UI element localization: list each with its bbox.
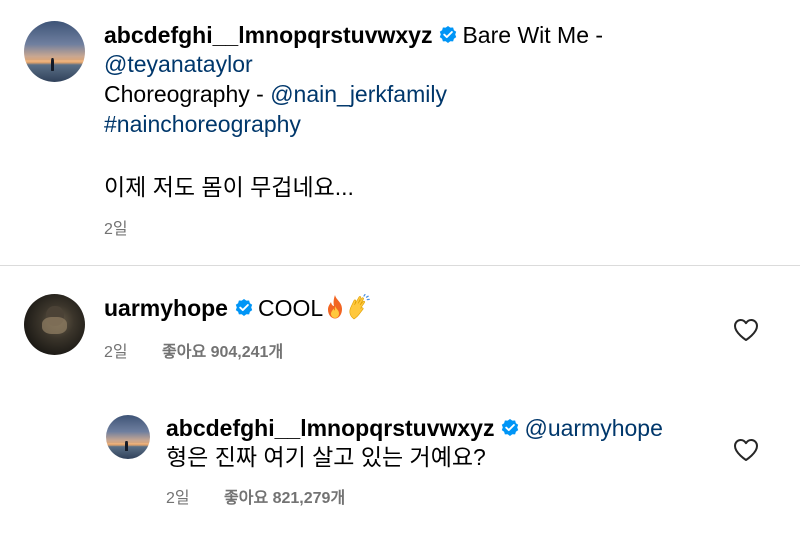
avatar-figure (125, 441, 128, 452)
reply-time[interactable]: 2일 (166, 484, 190, 508)
comment-time[interactable]: 2일 (104, 338, 128, 362)
clapping-hands-emoji-icon (349, 294, 370, 320)
caption-text: 이제 저도 몸이 무겁네요... (104, 174, 354, 200)
caption-line-2: @teyanataylor (104, 49, 253, 79)
post-author-avatar[interactable] (24, 21, 85, 82)
avatar-horizon (24, 60, 85, 62)
artist-mention-link[interactable]: @teyanataylor (104, 51, 253, 77)
reply-author-username[interactable]: abcdefghi__lmnopqrstuvwxyz (166, 415, 494, 441)
reply-author-avatar[interactable] (106, 415, 150, 459)
avatar-figure (50, 57, 54, 71)
caption-line-1: abcdefghi__lmnopqrstuvwxyz Bare Wit Me - (104, 20, 603, 50)
caption-song: Bare Wit Me - (462, 22, 604, 48)
caption-line-3: Choreography - @nain_jerkfamily (104, 79, 447, 109)
comments-panel: abcdefghi__lmnopqrstuvwxyz Bare Wit Me - … (0, 0, 800, 539)
reply-text: 형은 진짜 여기 살고 있는 거예요? (166, 444, 486, 470)
verified-badge-icon (440, 26, 457, 43)
hashtag-link[interactable]: #nainchoreography (104, 111, 301, 137)
verified-badge-icon (235, 299, 253, 316)
flame-emoji-icon (328, 295, 343, 319)
commenter-avatar[interactable] (24, 294, 85, 355)
reply-mention-link[interactable]: @uarmyhope (524, 415, 662, 441)
heart-icon[interactable] (733, 318, 759, 342)
comment-likes[interactable]: 좋아요 904,241개 (162, 338, 283, 362)
choreography-label: Choreography - (104, 81, 264, 107)
post-author-username[interactable]: abcdefghi__lmnopqrstuvwxyz (104, 22, 432, 48)
reply-likes[interactable]: 좋아요 821,279개 (224, 484, 345, 508)
post-time[interactable]: 2일 (104, 215, 128, 239)
caption-line-4: #nainchoreography (104, 109, 301, 139)
commenter-username[interactable]: uarmyhope (104, 295, 228, 321)
verified-badge-icon (502, 419, 519, 436)
reply-line-1: abcdefghi__lmnopqrstuvwxyz @uarmyhope (166, 413, 663, 443)
comment-text: COOL (257, 295, 324, 321)
heart-icon[interactable] (733, 438, 759, 462)
comment-line: uarmyhope COOL (104, 293, 371, 323)
choreographer-mention-link[interactable]: @nain_jerkfamily (270, 81, 447, 107)
avatar-horizon (106, 443, 150, 445)
divider (0, 265, 800, 266)
avatar-hand (42, 317, 67, 335)
